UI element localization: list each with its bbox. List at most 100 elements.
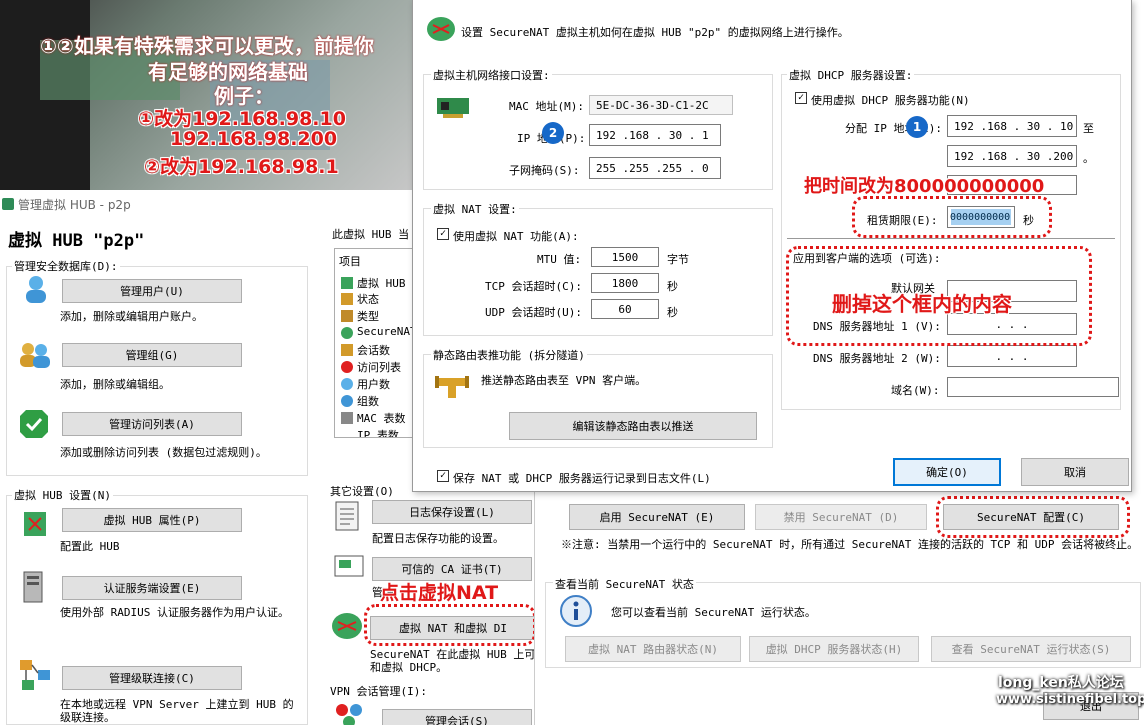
status-list[interactable]: 项目 虚拟 HUB 状态 类型 SecureNAT 会话数 访问列表 用户数 组…: [334, 248, 414, 438]
route-group-label: 静态路由表推功能 (拆分隧道): [431, 347, 587, 363]
app-icon: [2, 198, 14, 210]
list-item[interactable]: 会话数: [357, 342, 390, 358]
delete-annotation: 删掉这个框内的内容: [832, 292, 1012, 316]
dns2-field[interactable]: . . .: [947, 345, 1077, 367]
cascade-icon: [18, 658, 52, 692]
list-item[interactable]: 组数: [357, 393, 379, 409]
group-icon: [18, 340, 52, 370]
nat-enable-label: 使用虚拟 NAT 功能(A):: [453, 230, 579, 243]
dialog-header: 设置 SecureNAT 虚拟主机如何在虚拟 HUB "p2p" 的虚拟网络上进…: [461, 26, 849, 39]
cancel-button[interactable]: 取消: [1021, 458, 1129, 486]
list-item[interactable]: MAC 表数: [357, 410, 406, 426]
nat-group-label: 虚拟 NAT 设置:: [431, 201, 519, 217]
dhcp-status-button[interactable]: 虚拟 DHCP 服务器状态(H): [749, 636, 919, 662]
router-icon: [330, 610, 364, 642]
list-bullet-icon: [341, 327, 353, 339]
list-bullet-icon: [341, 293, 353, 305]
list-item[interactable]: 类型: [357, 308, 379, 324]
auth-server-button[interactable]: 认证服务端设置(E): [62, 576, 242, 600]
note-line-5: 192.168.98.200: [170, 128, 338, 150]
run-status-button[interactable]: 查看 SecureNAT 运行状态(S): [931, 636, 1131, 662]
tcp-timeout-field[interactable]: 1800: [591, 273, 659, 293]
to-label: 至: [1083, 122, 1094, 135]
server-icon: [22, 570, 44, 604]
edit-route-button[interactable]: 编辑该静态路由表以推送: [509, 412, 757, 440]
note-line-6: ②改为192.168.98.1: [144, 156, 339, 178]
enable-securenat-button[interactable]: 启用 SecureNAT (E): [569, 504, 745, 530]
mtu-unit: 字节: [667, 253, 689, 266]
pipe-icon: [435, 372, 469, 400]
ok-button[interactable]: 确定(O): [893, 458, 1001, 486]
status-header: 项目: [339, 255, 361, 268]
manage-acl-button[interactable]: 管理访问列表(A): [62, 412, 242, 436]
udp-timeout-field[interactable]: 60: [591, 299, 659, 319]
mask-field[interactable]: 255 .255 .255 . 0: [589, 157, 721, 179]
hub-props-icon: [22, 508, 50, 538]
manage-users-button[interactable]: 管理用户(U): [62, 279, 242, 303]
alloc-end-field[interactable]: 192 .168 . 30 .200: [947, 145, 1077, 167]
list-item[interactable]: 状态: [357, 291, 379, 307]
securenat-note: ※注意: 当禁用一个运行中的 SecureNAT 时，所有通过 SecureNA…: [561, 538, 1139, 551]
log-checkbox[interactable]: ✓: [437, 470, 449, 482]
domain-label: 域名(W):: [891, 384, 940, 397]
session-icon: [332, 700, 366, 725]
watermark-line-1: long_ken私人论坛: [998, 675, 1124, 691]
udp-label: UDP 会话超时(U):: [485, 306, 582, 319]
manage-acl-desc: 添加或删除访问列表 (数据包过滤规则)。: [60, 446, 267, 459]
list-item[interactable]: 虚拟 HUB: [357, 275, 406, 291]
manage-users-desc: 添加，删除或编辑用户账户。: [60, 310, 203, 323]
dhcp-enable-checkbox[interactable]: ✓: [795, 92, 807, 104]
dns2-label: DNS 服务器地址 2 (W):: [813, 352, 941, 365]
nat-highlight-box: [364, 604, 536, 646]
hub-props-button[interactable]: 虚拟 HUB 属性(P): [62, 508, 242, 532]
mask-label: 子网掩码(S):: [509, 164, 580, 177]
nat-router-status-button[interactable]: 虚拟 NAT 路由器状态(N): [565, 636, 741, 662]
domain-field[interactable]: [947, 377, 1119, 397]
user-icon: [22, 274, 50, 304]
manage-groups-button[interactable]: 管理组(G): [62, 343, 242, 367]
list-bullet-icon: [341, 310, 353, 322]
udp-unit: 秒: [667, 306, 678, 319]
list-bullet-icon: [341, 395, 353, 407]
mac-label: MAC 地址(M):: [509, 100, 584, 113]
acl-check-icon: [18, 408, 50, 440]
nic-icon: [435, 94, 471, 120]
iface-group-label: 虚拟主机网络接口设置:: [431, 67, 552, 83]
note-line-1: ①②如果有特殊需求可以更改，前提你: [40, 34, 374, 58]
securenat-config-highlight: [936, 496, 1130, 538]
list-bullet-icon: [341, 277, 353, 289]
disable-securenat-button[interactable]: 禁用 SecureNAT (D): [755, 504, 927, 530]
list-bullet-icon: [341, 378, 353, 390]
list-item[interactable]: 访问列表: [357, 359, 401, 375]
router-icon: [425, 14, 457, 44]
list-bullet-icon: [341, 412, 353, 424]
mtu-field[interactable]: 1500: [591, 247, 659, 267]
alloc-start-field[interactable]: 192 .168 . 30 . 10: [947, 115, 1077, 137]
mtu-label: MTU 值:: [537, 253, 582, 266]
db-group-label: 管理安全数据库(D):: [12, 258, 120, 274]
log-save-desc: 配置日志保存功能的设置。: [372, 532, 504, 545]
hub-settings-label: 虚拟 HUB 设置(N): [12, 487, 113, 503]
cascade-desc: 在本地或远程 VPN Server 上建立到 HUB 的级联连接。: [60, 698, 294, 724]
manage-sessions-button[interactable]: 管理会话(S): [382, 709, 532, 725]
cascade-button[interactable]: 管理级联连接(C): [62, 666, 242, 690]
tcp-label: TCP 会话超时(C):: [485, 280, 582, 293]
list-bullet-icon: [341, 344, 353, 356]
lease-highlight-box: [852, 196, 1052, 238]
other-group-label: 其它设置(O): [328, 483, 396, 499]
list-item[interactable]: SecureNAT: [357, 325, 413, 338]
auth-server-desc: 使用外部 RADIUS 认证服务器作为用户认证。: [60, 606, 289, 619]
manage-groups-desc: 添加，删除或编辑组。: [60, 378, 170, 391]
hub-title: 虚拟 HUB "p2p": [8, 231, 145, 251]
nat-enable-checkbox[interactable]: ✓: [437, 228, 449, 240]
log-icon: [334, 500, 360, 532]
log-checkbox-label: 保存 NAT 或 DHCP 服务器运行记录到日志文件(L): [453, 472, 711, 485]
log-save-button[interactable]: 日志保存设置(L): [372, 500, 532, 524]
list-item[interactable]: IP 表数: [357, 427, 399, 437]
tcp-unit: 秒: [667, 280, 678, 293]
securenat-status-label: 查看当前 SecureNAT 状态: [553, 576, 696, 592]
end-mark: 。: [1083, 152, 1094, 165]
ip-field[interactable]: 192 .168 . 30 . 1: [589, 124, 721, 146]
list-item[interactable]: 用户数: [357, 376, 390, 392]
mac-field[interactable]: 5E-DC-36-3D-C1-2C: [589, 95, 733, 115]
